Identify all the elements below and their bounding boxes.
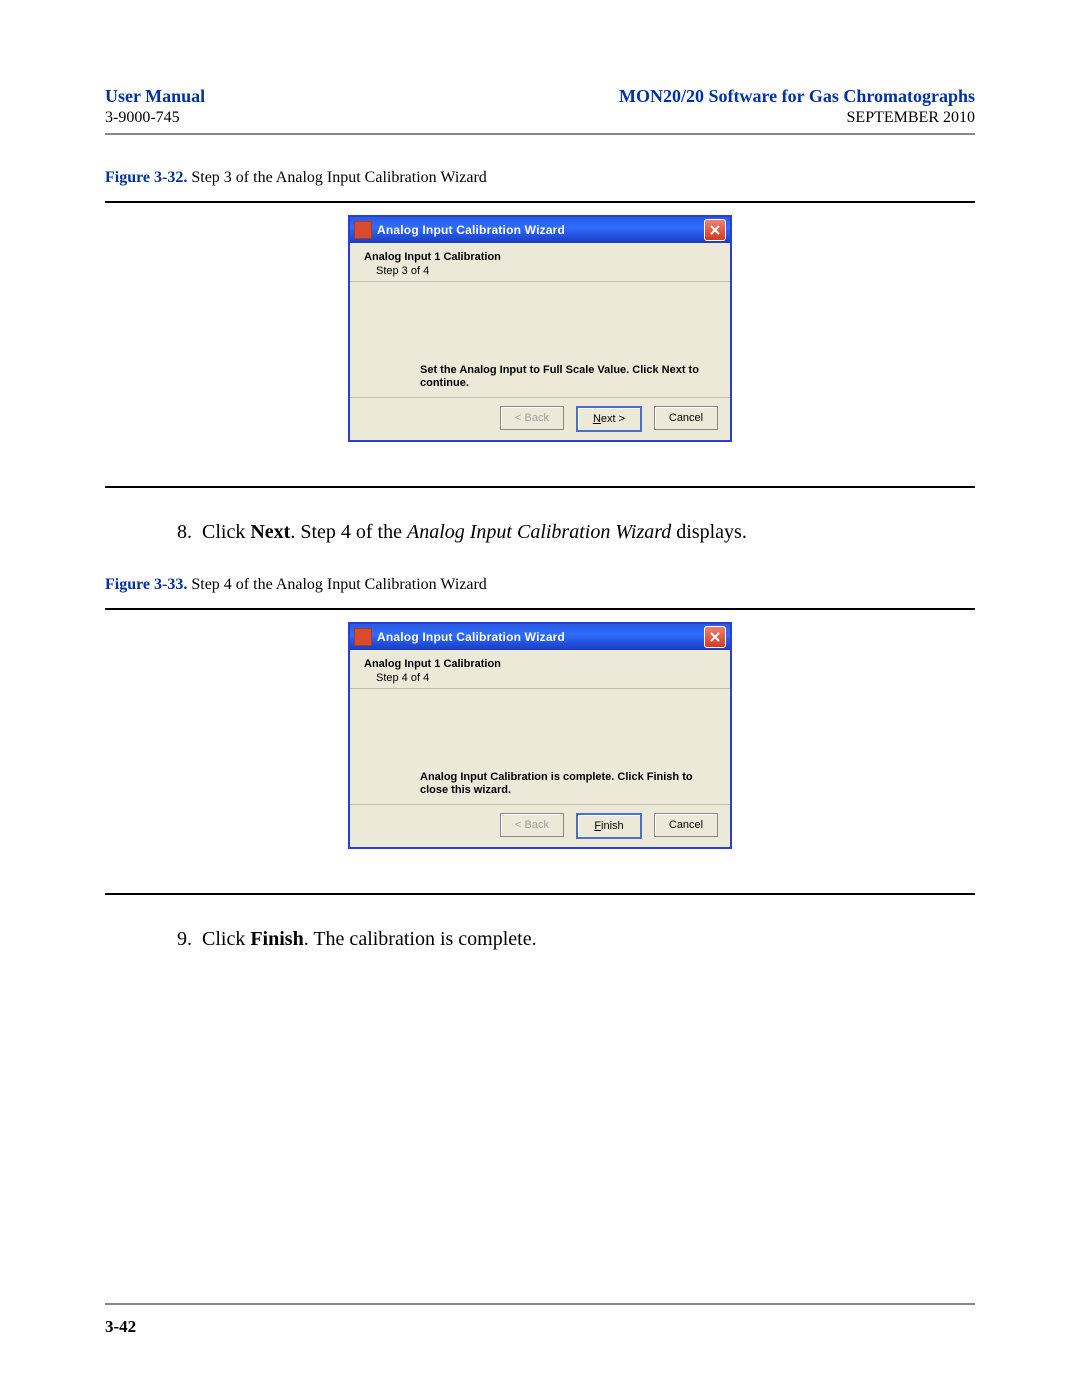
back-button: < Back xyxy=(500,813,564,837)
wizard-heading: Analog Input 1 Calibration xyxy=(364,658,716,670)
titlebar: Analog Input Calibration Wizard xyxy=(350,624,730,650)
wizard-dialog-step3: Analog Input Calibration Wizard Analog I… xyxy=(348,215,732,442)
wizard-step: Step 3 of 4 xyxy=(376,265,716,277)
figure-caption-33: Figure 3-33. Step 4 of the Analog Input … xyxy=(105,576,975,594)
wizard-body: Set the Analog Input to Full Scale Value… xyxy=(350,281,730,397)
wizard-message: Set the Analog Input to Full Scale Value… xyxy=(420,364,716,392)
header-left: User Manual xyxy=(105,86,205,107)
titlebar: Analog Input Calibration Wizard xyxy=(350,217,730,243)
close-icon xyxy=(710,632,720,642)
wizard-body: Analog Input Calibration is complete. Cl… xyxy=(350,688,730,804)
close-button[interactable] xyxy=(704,219,726,241)
figure-desc: Step 4 of the Analog Input Calibration W… xyxy=(191,576,486,593)
wizard-footer: < Back Finish Cancel xyxy=(350,804,730,847)
close-button[interactable] xyxy=(704,626,726,648)
header-right: MON20/20 Software for Gas Chromatographs xyxy=(619,86,975,107)
next-button[interactable]: Next > xyxy=(576,406,642,432)
figure-caption-32: Figure 3-32. Step 3 of the Analog Input … xyxy=(105,169,975,187)
wizard-step: Step 4 of 4 xyxy=(376,672,716,684)
running-header: User Manual MON20/20 Software for Gas Ch… xyxy=(105,86,975,107)
figure-label: Figure 3-33. xyxy=(105,576,187,593)
window-title: Analog Input Calibration Wizard xyxy=(377,630,565,644)
running-subheader: 3-9000-745 SEPTEMBER 2010 xyxy=(105,109,975,127)
wizard-message: Analog Input Calibration is complete. Cl… xyxy=(420,771,716,799)
page-footer: 3-42 xyxy=(105,1303,975,1337)
step-8-text: 8. Click Next. Step 4 of the Analog Inpu… xyxy=(177,518,975,546)
figure-33-image: Analog Input Calibration Wizard Analog I… xyxy=(105,610,975,869)
footer-rule xyxy=(105,1303,975,1305)
figure-32-image: Analog Input Calibration Wizard Analog I… xyxy=(105,203,975,462)
back-button: < Back xyxy=(500,406,564,430)
wizard-dialog-step4: Analog Input Calibration Wizard Analog I… xyxy=(348,622,732,849)
step-9-text: 9. Click Finish. The calibration is comp… xyxy=(177,925,975,953)
figure-label: Figure 3-32. xyxy=(105,169,187,186)
figure-desc: Step 3 of the Analog Input Calibration W… xyxy=(191,169,486,186)
doc-date: SEPTEMBER 2010 xyxy=(847,109,975,127)
figure-rule-bottom xyxy=(105,893,975,895)
wizard-footer: < Back Next > Cancel xyxy=(350,397,730,440)
close-icon xyxy=(710,225,720,235)
cancel-button[interactable]: Cancel xyxy=(654,813,718,837)
wizard-header: Analog Input 1 Calibration Step 4 of 4 xyxy=(350,650,730,688)
window-title: Analog Input Calibration Wizard xyxy=(377,223,565,237)
header-rule xyxy=(105,133,975,135)
page-number: 3-42 xyxy=(105,1317,975,1337)
cancel-button[interactable]: Cancel xyxy=(654,406,718,430)
app-icon xyxy=(354,628,372,646)
wizard-header: Analog Input 1 Calibration Step 3 of 4 xyxy=(350,243,730,281)
doc-number: 3-9000-745 xyxy=(105,109,180,127)
wizard-heading: Analog Input 1 Calibration xyxy=(364,251,716,263)
figure-rule-bottom xyxy=(105,486,975,488)
finish-button[interactable]: Finish xyxy=(576,813,642,839)
app-icon xyxy=(354,221,372,239)
